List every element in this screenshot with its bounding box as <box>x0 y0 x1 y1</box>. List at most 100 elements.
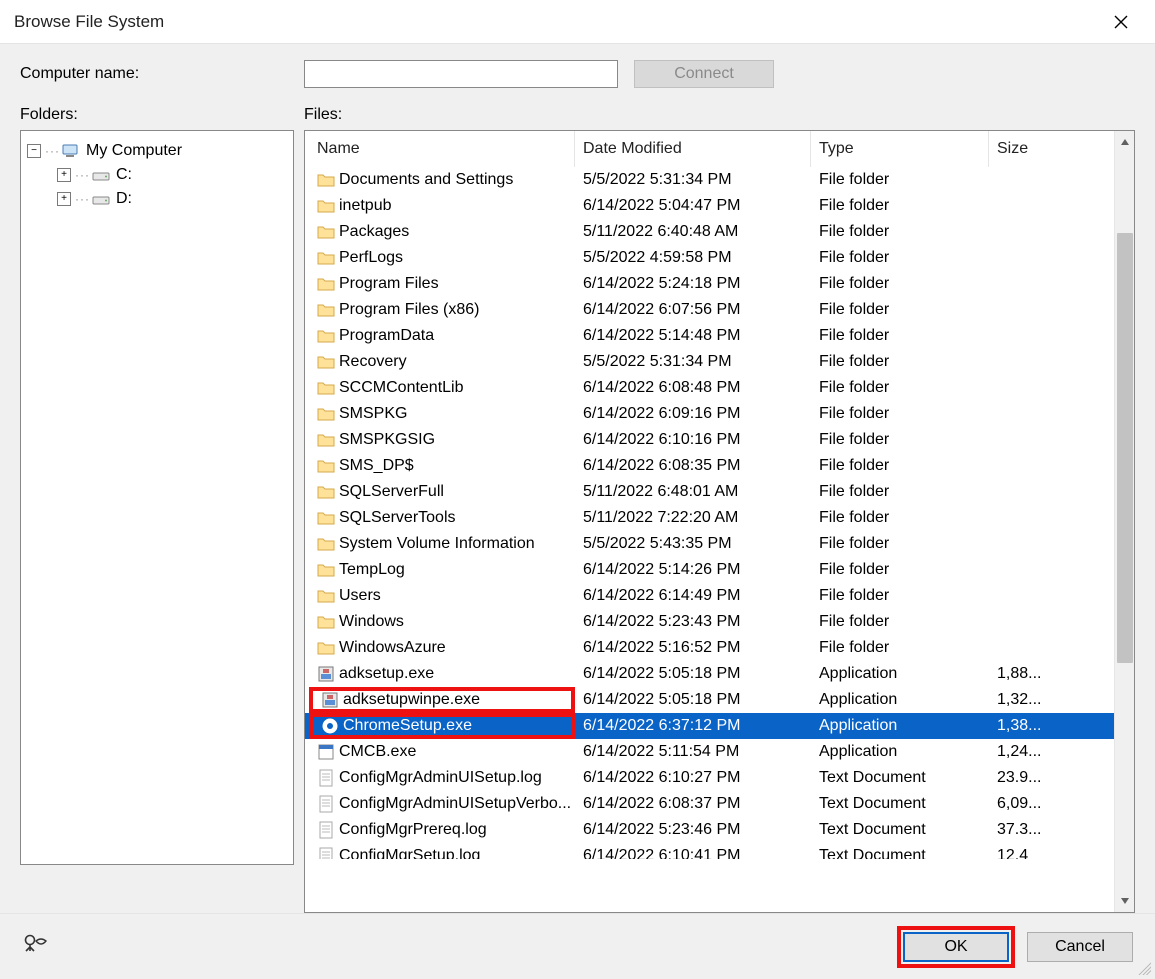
tree-node-my-computer[interactable]: − ··· My Computer <box>27 139 287 163</box>
close-icon <box>1114 15 1128 29</box>
folder-icon <box>317 171 335 189</box>
column-header-type[interactable]: Type <box>811 131 989 167</box>
file-row[interactable]: inetpub6/14/2022 5:04:47 PMFile folder <box>305 193 1114 219</box>
file-row[interactable]: SCCMContentLib6/14/2022 6:08:48 PMFile f… <box>305 375 1114 401</box>
file-row[interactable]: WindowsAzure6/14/2022 5:16:52 PMFile fol… <box>305 635 1114 661</box>
file-row[interactable]: ConfigMgrPrereq.log6/14/2022 5:23:46 PMT… <box>305 817 1114 843</box>
file-type: File folder <box>811 457 989 475</box>
file-size: 37.3... <box>989 821 1069 839</box>
file-row[interactable]: SMS_DP$6/14/2022 6:08:35 PMFile folder <box>305 453 1114 479</box>
computer-name-row: Computer name: Connect <box>0 44 1155 92</box>
file-type: File folder <box>811 327 989 345</box>
file-type: File folder <box>811 171 989 189</box>
tree-node-drive[interactable]: +···C: <box>57 163 287 187</box>
file-type: File folder <box>811 249 989 267</box>
file-type: File folder <box>811 431 989 449</box>
resize-grip-icon[interactable] <box>1135 959 1151 975</box>
text-icon <box>317 795 335 813</box>
folder-icon <box>317 275 335 293</box>
ok-button[interactable]: OK <box>903 932 1009 962</box>
file-date: 5/11/2022 6:48:01 AM <box>575 483 811 501</box>
column-header-size[interactable]: Size <box>989 131 1069 167</box>
scroll-down-arrow-icon[interactable] <box>1115 890 1135 912</box>
file-size: 1,32... <box>989 691 1069 709</box>
expand-icon[interactable]: + <box>57 168 71 182</box>
files-header: Name Date Modified Type Size <box>305 131 1114 167</box>
tree-node-drive[interactable]: +···D: <box>57 187 287 211</box>
file-row[interactable]: TempLog6/14/2022 5:14:26 PMFile folder <box>305 557 1114 583</box>
file-name: PerfLogs <box>339 249 403 267</box>
file-date: 6/14/2022 6:08:35 PM <box>575 457 811 475</box>
selection-highlight: ChromeSetup.exe <box>309 713 575 739</box>
file-row[interactable]: SMSPKG6/14/2022 6:09:16 PMFile folder <box>305 401 1114 427</box>
file-row[interactable]: ChromeSetup.exe6/14/2022 6:37:12 PMAppli… <box>305 713 1114 739</box>
folder-tree[interactable]: − ··· My Computer +···C:+···D: <box>20 130 294 865</box>
file-type: Application <box>811 717 989 735</box>
file-type: File folder <box>811 561 989 579</box>
file-row[interactable]: Recovery5/5/2022 5:31:34 PMFile folder <box>305 349 1114 375</box>
file-date: 5/5/2022 5:31:34 PM <box>575 353 811 371</box>
file-row[interactable]: ProgramData 6/14/2022 5:14:48 PMFile fold… <box>305 323 1114 349</box>
file-row[interactable]: System Volume Information5/5/2022 5:43:3… <box>305 531 1114 557</box>
file-row[interactable]: CMCB.exe6/14/2022 5:11:54 PMApplication1… <box>305 739 1114 765</box>
file-row[interactable]: SQLServerTools5/11/2022 7:22:20 AMFile f… <box>305 505 1114 531</box>
drive-icon <box>92 191 112 207</box>
file-row[interactable]: PerfLogs 5/5/2022 4:59:58 PMFile folder <box>305 245 1114 271</box>
file-type: Text Document <box>811 795 989 813</box>
file-date: 6/14/2022 6:10:16 PM <box>575 431 811 449</box>
file-row[interactable]: Windows6/14/2022 5:23:43 PMFile folder <box>305 609 1114 635</box>
computer-icon <box>62 143 82 159</box>
vertical-scrollbar[interactable] <box>1114 131 1134 912</box>
file-date: 6/14/2022 6:10:41 PM <box>575 847 811 859</box>
scroll-thumb[interactable] <box>1117 233 1133 663</box>
folder-icon <box>317 639 335 657</box>
file-date: 6/14/2022 6:07:56 PM <box>575 301 811 319</box>
file-row[interactable]: adksetup.exe6/14/2022 5:05:18 PMApplicat… <box>305 661 1114 687</box>
file-name: Documents and Settings <box>339 171 513 189</box>
file-row[interactable]: Users6/14/2022 6:14:49 PMFile folder <box>305 583 1114 609</box>
file-size: 1,38... <box>989 717 1069 735</box>
computer-name-input[interactable] <box>304 60 618 88</box>
file-date: 6/14/2022 6:37:12 PM <box>575 717 811 735</box>
file-type: File folder <box>811 275 989 293</box>
tree-connector: ··· <box>75 192 90 206</box>
file-date: 6/14/2022 6:14:49 PM <box>575 587 811 605</box>
files-label: Files: <box>304 106 342 124</box>
file-row[interactable]: ConfigMgrSetup.log6/14/2022 6:10:41 PMTe… <box>305 843 1114 859</box>
file-name: Windows <box>339 613 404 631</box>
cancel-button[interactable]: Cancel <box>1027 932 1133 962</box>
file-row[interactable]: ConfigMgrAdminUISetup.log6/14/2022 6:10:… <box>305 765 1114 791</box>
file-row[interactable]: SQLServerFull5/11/2022 6:48:01 AMFile fo… <box>305 479 1114 505</box>
tree-node-label: C: <box>116 166 132 184</box>
files-pane: Name Date Modified Type Size Documents a… <box>304 130 1135 913</box>
file-row[interactable]: Documents and Settings5/5/2022 5:31:34 P… <box>305 167 1114 193</box>
help-icon[interactable] <box>22 931 50 963</box>
collapse-icon[interactable]: − <box>27 144 41 158</box>
expand-icon[interactable]: + <box>57 192 71 206</box>
file-row[interactable]: Program Files (x86)6/14/2022 6:07:56 PMF… <box>305 297 1114 323</box>
scroll-up-arrow-icon[interactable] <box>1115 131 1135 153</box>
files-list[interactable]: Documents and Settings 5/5/2022 5:31:34 P… <box>305 167 1114 859</box>
file-type: File folder <box>811 301 989 319</box>
titlebar: Browse File System <box>0 0 1155 44</box>
scroll-track[interactable] <box>1115 153 1135 890</box>
file-row[interactable]: SMSPKGSIG6/14/2022 6:10:16 PMFile folder <box>305 427 1114 453</box>
file-date: 5/5/2022 4:59:58 PM <box>575 249 811 267</box>
file-name: TempLog <box>339 561 405 579</box>
file-date: 6/14/2022 5:14:48 PM <box>575 327 811 345</box>
file-type: File folder <box>811 613 989 631</box>
file-row[interactable]: adksetupwinpe.exe6/14/2022 5:05:18 PMApp… <box>305 687 1114 713</box>
file-date: 6/14/2022 5:24:18 PM <box>575 275 811 293</box>
file-name: SCCMContentLib <box>339 379 464 397</box>
file-row[interactable]: Packages5/11/2022 6:40:48 AMFile folder <box>305 219 1114 245</box>
file-name: ProgramData <box>339 327 434 345</box>
file-row[interactable]: Program Files6/14/2022 5:24:18 PMFile fo… <box>305 271 1114 297</box>
column-header-name[interactable]: Name <box>309 131 575 167</box>
file-date: 6/14/2022 6:09:16 PM <box>575 405 811 423</box>
column-header-date[interactable]: Date Modified <box>575 131 811 167</box>
close-button[interactable] <box>1101 6 1141 38</box>
file-date: 6/14/2022 6:08:37 PM <box>575 795 811 813</box>
file-row[interactable]: ConfigMgrAdminUISetupVerbo...6/14/2022 6… <box>305 791 1114 817</box>
file-size: 1,88... <box>989 665 1069 683</box>
connect-button[interactable]: Connect <box>634 60 774 88</box>
